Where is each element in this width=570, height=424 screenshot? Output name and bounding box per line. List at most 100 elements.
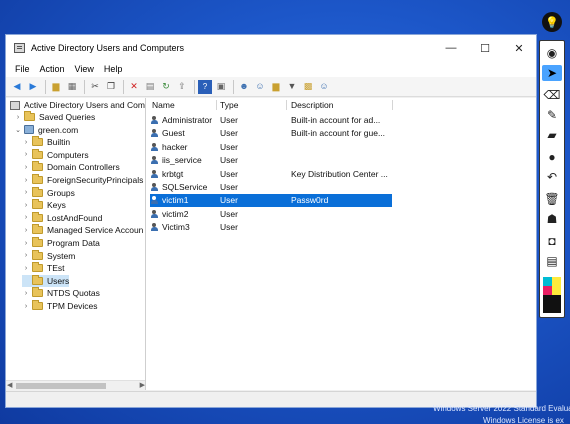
column-divider[interactable] — [216, 100, 217, 110]
tree-node[interactable]: › Saved Queries — [14, 111, 95, 123]
forward-arrow-icon[interactable]: ▶ — [26, 80, 40, 94]
table-row[interactable]: krbtgt User Key Distribution Center ... — [150, 168, 392, 181]
tree-node[interactable]: › Program Data — [22, 237, 100, 249]
collapsed-chevron-icon[interactable]: › — [22, 252, 30, 259]
up-folder-icon[interactable]: ▆ — [49, 80, 63, 94]
new-group-icon[interactable]: ☺ — [253, 80, 267, 94]
tree-node[interactable]: › Keys — [22, 199, 66, 211]
filter-icon[interactable]: ▼ — [285, 80, 299, 94]
title-bar[interactable]: Active Directory Users and Computers — ☐… — [6, 35, 536, 61]
cut-icon[interactable]: ✂ — [88, 80, 102, 94]
pen-icon[interactable]: ✎ — [542, 107, 562, 123]
swatch-black[interactable] — [543, 295, 561, 313]
tree-horizontal-scrollbar[interactable]: ◀ ▶ — [6, 380, 145, 390]
dot-icon[interactable]: ● — [542, 149, 562, 165]
tree-root[interactable]: Active Directory Users and Com — [10, 99, 145, 111]
column-header-description[interactable]: Description — [291, 100, 334, 110]
swatch-yellow-2[interactable] — [552, 286, 561, 295]
table-row[interactable]: victim2 User — [150, 208, 392, 221]
table-row[interactable]: Guest User Built-in account for gue... — [150, 127, 392, 140]
folder-icon — [32, 224, 43, 235]
show-pane-icon[interactable]: ▣ — [214, 80, 228, 94]
menu-file[interactable]: File — [10, 64, 35, 74]
os-watermark: Windows Server 2022 Standard Evalua Wind… — [433, 404, 570, 424]
user-icon — [150, 209, 159, 219]
copy-icon[interactable]: ❐ — [104, 80, 118, 94]
collapsed-chevron-icon[interactable]: › — [22, 303, 30, 310]
column-header-type[interactable]: Type — [220, 100, 238, 110]
find-icon[interactable]: ▩ — [301, 80, 315, 94]
collapsed-chevron-icon[interactable]: › — [22, 290, 30, 297]
swatch-cyan[interactable] — [543, 277, 552, 286]
refresh-icon[interactable]: ↻ — [159, 80, 173, 94]
user-icon-body — [151, 146, 158, 151]
menu-help[interactable]: Help — [99, 64, 128, 74]
collapsed-chevron-icon[interactable]: › — [22, 214, 30, 221]
tree-node[interactable]: Users — [22, 274, 70, 287]
camera-icon[interactable]: ◘ — [542, 233, 562, 249]
folder-icon — [32, 136, 43, 147]
window-controls: — ☐ ✕ — [434, 35, 536, 61]
console-tree-icon[interactable]: ▦ — [65, 80, 79, 94]
close-button[interactable]: ✕ — [502, 35, 536, 61]
table-row[interactable]: Victim3 User — [150, 221, 392, 234]
swatch-magenta[interactable] — [543, 286, 552, 295]
delete-icon[interactable]: ✕ — [127, 80, 141, 94]
scroll-left-icon[interactable]: ◀ — [7, 381, 12, 389]
ghost-icon[interactable]: ☗ — [542, 211, 562, 227]
collapsed-chevron-icon[interactable]: › — [22, 240, 30, 247]
annotation-app-logo-icon[interactable]: 💡 — [542, 12, 562, 32]
eraser-icon[interactable]: ⌫ — [542, 87, 562, 103]
back-arrow-icon[interactable]: ◀ — [10, 80, 24, 94]
table-row[interactable]: victim1 User Passw0rd — [150, 194, 392, 208]
tree-node[interactable]: › TEst — [22, 262, 64, 274]
help-icon[interactable]: ? — [198, 79, 212, 94]
collapsed-chevron-icon[interactable]: › — [14, 114, 22, 121]
new-user-icon[interactable]: ☻ — [237, 80, 251, 94]
collapsed-chevron-icon[interactable]: › — [22, 139, 30, 146]
column-divider[interactable] — [286, 100, 287, 110]
column-header-name[interactable]: Name — [152, 100, 175, 110]
table-row[interactable]: iis_service User — [150, 154, 392, 167]
tree-node[interactable]: › NTDS Quotas — [22, 287, 100, 299]
scroll-right-icon[interactable]: ▶ — [140, 381, 145, 389]
menu-action[interactable]: Action — [35, 64, 70, 74]
export-list-icon[interactable]: ⇪ — [175, 80, 189, 94]
marker-icon[interactable]: ▰ — [542, 127, 562, 143]
properties-icon[interactable]: ▤ — [143, 80, 157, 94]
undo-icon[interactable]: ↶ — [542, 169, 562, 185]
collapsed-chevron-icon[interactable]: › — [22, 151, 30, 158]
table-row[interactable]: SQLService User — [150, 181, 392, 194]
tree-node[interactable]: › Builtin — [22, 136, 70, 148]
trash-icon[interactable]: 🗑 — [542, 191, 562, 207]
tree-node[interactable]: › Managed Service Accoun — [22, 224, 143, 236]
scroll-thumb[interactable] — [16, 383, 106, 389]
minimize-button[interactable]: — — [434, 35, 468, 61]
expanded-chevron-icon[interactable]: ⌄ — [14, 126, 22, 134]
maximize-button[interactable]: ☐ — [468, 35, 502, 61]
swatch-yellow[interactable] — [552, 277, 561, 286]
pointer-icon[interactable]: ➤ — [542, 65, 562, 81]
clipboard-icon[interactable]: ▤ — [542, 253, 562, 269]
tree-node[interactable]: › System — [22, 249, 75, 262]
tree-node[interactable]: › Groups — [22, 186, 75, 199]
collapsed-chevron-icon[interactable]: › — [22, 177, 30, 184]
tree-node[interactable]: › Domain Controllers — [22, 161, 120, 173]
tree-node[interactable]: › Computers — [22, 148, 89, 161]
collapsed-chevron-icon[interactable]: › — [22, 227, 30, 234]
collapsed-chevron-icon[interactable]: › — [22, 164, 30, 171]
collapsed-chevron-icon[interactable]: › — [22, 189, 30, 196]
new-ou-icon[interactable]: ▆ — [269, 80, 283, 94]
tree-node[interactable]: › LostAndFound — [22, 211, 102, 224]
tree-node[interactable]: ⌄ green.com — [14, 124, 78, 136]
tree-node[interactable]: › TPM Devices — [22, 300, 98, 312]
table-row[interactable]: hacker User — [150, 141, 392, 154]
collapsed-chevron-icon[interactable]: › — [22, 202, 30, 209]
column-divider[interactable] — [392, 100, 393, 110]
eye-icon[interactable]: ◉ — [542, 45, 562, 61]
collapsed-chevron-icon[interactable]: › — [22, 265, 30, 272]
table-row[interactable]: Administrator User Built-in account for ad… — [150, 114, 392, 127]
menu-view[interactable]: View — [70, 64, 99, 74]
add-to-group-icon[interactable]: ☺ — [317, 80, 331, 94]
tree-node[interactable]: › ForeignSecurityPrincipals — [22, 174, 143, 186]
